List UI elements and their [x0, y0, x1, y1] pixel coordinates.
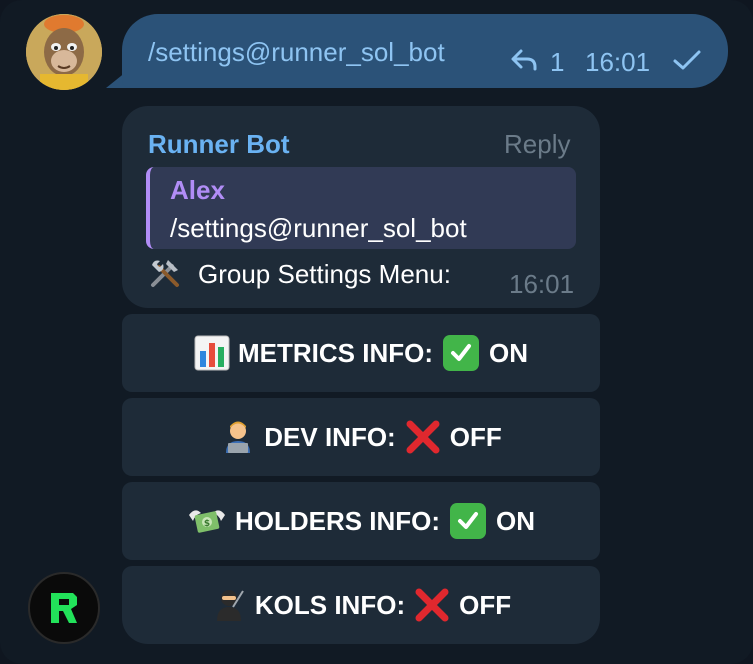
read-check-icon — [673, 50, 701, 70]
reply-label: Reply — [504, 129, 571, 159]
quoted-message-text: /settings@runner_sol_bot — [170, 213, 467, 243]
bot-sender-name[interactable]: Runner Bot — [148, 128, 290, 160]
outgoing-message-text: /settings@runner_sol_bot — [148, 37, 445, 67]
metrics-info-status: ON — [489, 337, 528, 368]
kols-info-button[interactable]: KOLS INFO: OFF — [122, 566, 600, 644]
ape-avatar-icon — [26, 14, 102, 90]
check-mark-button-icon — [450, 503, 487, 539]
reply-count: 1 — [550, 47, 565, 77]
hammer-and-wrench-icon — [148, 256, 182, 299]
dev-info-status: OFF — [449, 421, 502, 452]
metrics-info-button[interactable]: METRICS INFO: ON — [122, 314, 600, 392]
kols-info-status: OFF — [459, 589, 512, 620]
holders-info-label: HOLDERS INFO: — [234, 505, 441, 536]
check-mark-button-icon — [443, 335, 479, 371]
cross-mark-icon — [413, 586, 451, 624]
dev-info-button[interactable]: DEV INFO: OFF — [122, 398, 600, 476]
bot-message-text: Group Settings Menu: — [198, 259, 451, 289]
holders-info-button[interactable]: $ HOLDERS INFO: ON — [122, 482, 600, 560]
holders-info-status: ON — [496, 505, 536, 536]
kols-info-label: KOLS INFO: — [254, 589, 406, 620]
metrics-info-label: METRICS INFO: — [238, 337, 433, 368]
bot-avatar[interactable] — [28, 572, 100, 644]
ninja-icon — [211, 587, 247, 623]
dev-info-label: DEV INFO: — [264, 421, 396, 452]
cross-mark-icon — [404, 418, 442, 456]
bar-chart-icon — [194, 335, 230, 371]
runner-logo-icon — [51, 593, 77, 623]
reply-arrow-icon[interactable] — [510, 48, 538, 72]
technologist-icon — [220, 419, 256, 455]
money-with-wings-icon: $ — [187, 503, 227, 539]
svg-text:$: $ — [204, 519, 210, 529]
quoted-message-author: Alex — [170, 175, 225, 205]
user-avatar[interactable] — [26, 14, 102, 90]
bot-message-time: 16:01 — [509, 269, 575, 299]
outgoing-message-time: 16:01 — [585, 47, 651, 77]
chat-window: /settings@runner_sol_bot 1 16:01 Runner … — [0, 0, 753, 664]
